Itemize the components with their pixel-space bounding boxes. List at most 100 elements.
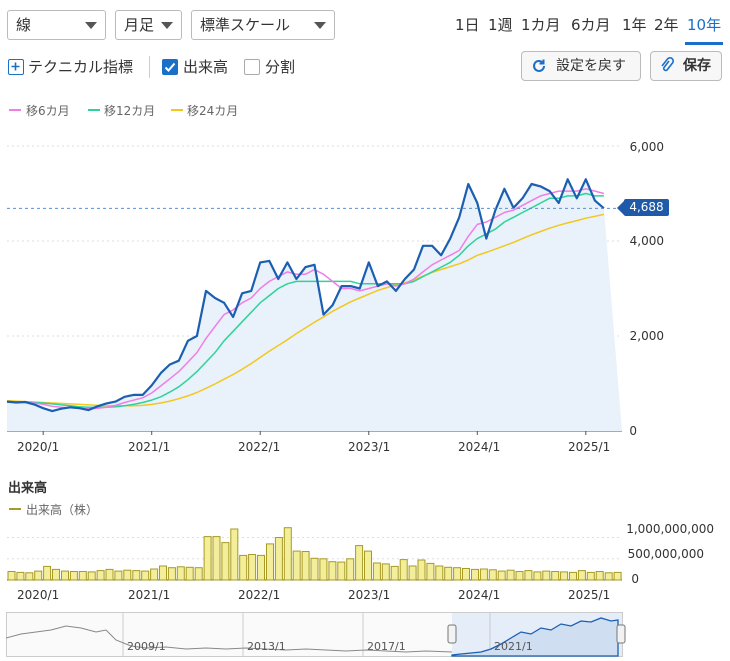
legend-swatch-volume	[9, 508, 21, 510]
legend-ma6: 移6カ月	[26, 104, 70, 118]
volume-bar	[176, 566, 185, 581]
price-xtick-2020: 2020/1	[17, 440, 60, 454]
navigator-handle-right[interactable]	[616, 624, 626, 644]
volume-bar	[266, 543, 274, 581]
range-navigator[interactable]: 2009/1 2013/1 2017/1 2021/1	[6, 612, 630, 658]
volume-bar	[453, 567, 462, 581]
volume-bar	[34, 570, 43, 581]
price-xtick-2021: 2021/1	[128, 440, 171, 454]
period-tab-1y[interactable]: 1年	[622, 14, 647, 35]
period-tab-1m[interactable]: 1カ月	[521, 14, 561, 35]
split-checkbox[interactable]	[244, 59, 260, 75]
volume-bar	[150, 568, 159, 581]
period-tab-10y[interactable]: 10年	[684, 14, 724, 45]
legend-swatch-ma6	[9, 109, 21, 111]
volume-xtick-2022: 2022/1	[238, 588, 281, 602]
price-ytick-4000: 4,000	[629, 234, 664, 248]
volume-bar	[43, 565, 52, 581]
technical-indicator-link[interactable]: テクニカル指標	[28, 56, 133, 77]
volume-xtick-2023: 2023/1	[348, 588, 391, 602]
price-ytick-0: 0	[629, 424, 637, 438]
volume-bar	[399, 559, 408, 581]
reset-button[interactable]: 設定を戻す	[521, 51, 641, 81]
volume-bar	[435, 565, 444, 581]
volume-bar	[479, 568, 488, 581]
volume-xtick-2020: 2020/1	[17, 588, 60, 602]
ma12-line	[6, 192, 604, 409]
legend-volume: 出来高（株）	[26, 503, 99, 517]
volume-bar	[114, 570, 123, 581]
price-line	[6, 178, 605, 413]
volume-bar	[390, 565, 399, 581]
volume-xtick-2025: 2025/1	[568, 588, 611, 602]
volume-bar	[221, 542, 230, 581]
price-xtick-2024: 2024/1	[458, 440, 501, 454]
volume-bar	[346, 558, 355, 581]
volume-ytick-500m: 500,000,000	[627, 547, 704, 561]
volume-bar	[462, 568, 470, 581]
volume-xtick-2021: 2021/1	[128, 588, 171, 602]
navigator-handle-left[interactable]	[447, 624, 457, 644]
period-tab-6m[interactable]: 6カ月	[571, 14, 611, 35]
volume-bar	[52, 568, 60, 581]
chevron-down-icon	[85, 22, 97, 29]
period-tab-2y[interactable]: 2年	[654, 14, 679, 35]
volume-bar	[25, 572, 34, 581]
interval-select[interactable]: 月足	[115, 10, 182, 40]
period-tab-1w[interactable]: 1週	[488, 14, 513, 35]
chart-type-value: 線	[16, 16, 32, 34]
volume-bar	[230, 528, 239, 581]
volume-bar	[257, 554, 265, 581]
period-tab-1d[interactable]: 1日	[455, 14, 480, 35]
volume-checkbox-label: 出来高	[183, 58, 229, 76]
paperclip-icon	[661, 57, 674, 72]
volume-bar	[310, 557, 319, 581]
volume-bar	[408, 565, 417, 581]
volume-ytick-1b: 1,000,000,000	[626, 522, 714, 536]
volume-bar	[372, 562, 381, 581]
price-ytick-2000: 2,000	[629, 329, 664, 343]
volume-bar	[78, 571, 87, 581]
volume-title: 出来高	[8, 481, 48, 496]
ma24-line	[6, 213, 605, 407]
chart-type-select[interactable]: 線	[7, 10, 106, 40]
last-price-badge: 4,688	[624, 199, 669, 217]
chevron-down-icon	[161, 22, 173, 29]
navigator-xtick-2021: 2021/1	[494, 640, 533, 653]
volume-bar	[105, 568, 114, 581]
price-xtick-2023: 2023/1	[348, 440, 391, 454]
divider	[149, 56, 150, 78]
volume-bar	[16, 571, 25, 581]
volume-bar	[141, 570, 150, 581]
scale-value: 標準スケール	[200, 16, 291, 34]
legend-swatch-ma12	[88, 109, 100, 111]
volume-bar	[364, 550, 372, 581]
volume-bar	[444, 566, 453, 581]
legend-ma12: 移12カ月	[104, 104, 156, 118]
volume-bar	[194, 567, 203, 581]
volume-bar	[212, 536, 221, 581]
volume-bar	[132, 570, 141, 581]
refresh-icon	[533, 59, 545, 72]
plus-icon[interactable]	[8, 59, 24, 75]
volume-bar	[69, 571, 78, 581]
volume-bar	[239, 554, 248, 581]
volume-bar	[426, 562, 435, 581]
volume-bar	[417, 559, 426, 581]
volume-bar	[61, 570, 69, 581]
chevron-down-icon	[314, 22, 326, 29]
last-price-value: 4,688	[629, 200, 664, 215]
volume-bar	[96, 570, 105, 581]
volume-bar	[7, 571, 16, 581]
volume-bar	[292, 550, 301, 581]
volume-bar	[319, 558, 328, 581]
save-button[interactable]: 保存	[650, 51, 722, 81]
volume-checkbox[interactable]	[162, 59, 178, 75]
reset-button-label: 設定を戻す	[556, 58, 626, 74]
navigator-xtick-2013: 2013/1	[247, 640, 286, 653]
check-icon	[164, 62, 176, 72]
scale-select[interactable]: 標準スケール	[191, 10, 335, 40]
volume-bar	[328, 561, 337, 581]
ma6-line	[6, 188, 605, 410]
navigator-xtick-2009: 2009/1	[127, 640, 166, 653]
